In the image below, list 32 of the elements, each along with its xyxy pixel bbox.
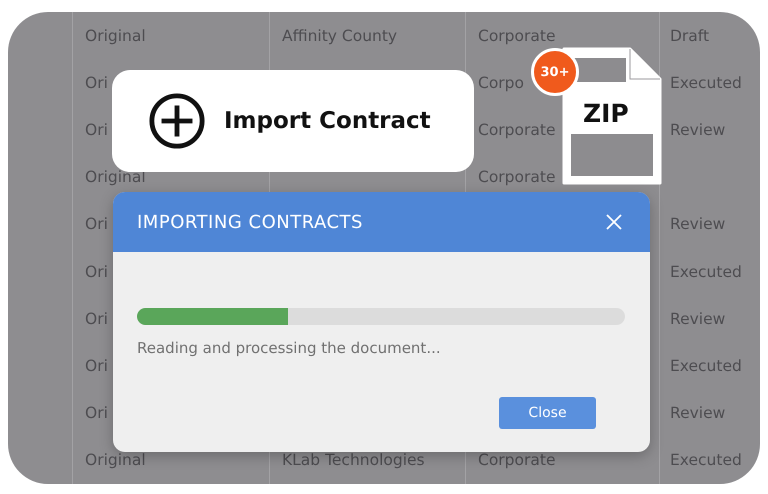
file-type-label: ZIP [583, 99, 629, 128]
import-contract-button[interactable]: Import Contract [112, 70, 474, 172]
table-cell: Review [670, 404, 726, 422]
table-cell: Ori [85, 120, 108, 139]
table-cell: Corpo [478, 74, 524, 92]
table-cell: Ori [85, 404, 108, 422]
table-cell: KLab Technologies [282, 451, 425, 470]
table-cell: Ori [85, 356, 108, 375]
count-badge: 30+ [531, 48, 579, 96]
table-cell: Affinity County [282, 26, 398, 45]
dialog-title: IMPORTING CONTRACTS [137, 212, 363, 232]
table-cell: Executed [670, 451, 742, 470]
table-cell: Ori [85, 74, 108, 92]
table-cell: Executed [670, 74, 742, 92]
table-cell: Executed [670, 356, 742, 375]
table-cell: Ori [85, 310, 108, 328]
table-cell: Original [85, 26, 146, 45]
table-cell: Corporate [478, 168, 556, 186]
table-cell: Corporate [478, 451, 556, 470]
table-cell: Review [670, 215, 726, 234]
table-cell: Executed [670, 262, 742, 281]
table-cell: Review [670, 120, 726, 139]
close-icon[interactable] [606, 214, 622, 230]
table-cell: Review [670, 310, 726, 328]
table-cell: Corporate [478, 26, 556, 45]
plus-circle-icon [148, 92, 206, 150]
table-cell: Original [85, 451, 146, 470]
table-cell: Ori [85, 215, 108, 234]
table-cell: Draft [670, 26, 710, 45]
status-text: Reading and processing the document... [137, 339, 442, 357]
table-cell: Ori [85, 262, 108, 281]
table-cell: Corporate [478, 120, 556, 139]
